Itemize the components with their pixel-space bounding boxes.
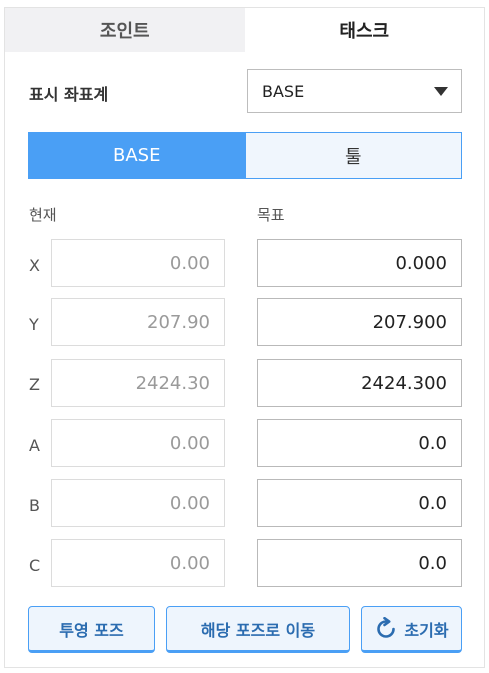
target-column-header: 목표 [257, 206, 285, 224]
tab-bar: 조인트 태스크 [5, 8, 484, 52]
current-value-y: 207.90 [51, 298, 225, 346]
reset-button[interactable]: 초기화 [361, 606, 462, 653]
frame-option-base[interactable]: BASE [29, 133, 245, 178]
refresh-icon [377, 616, 396, 638]
axis-label-c: C [29, 556, 41, 575]
axis-label-z: Z [29, 375, 40, 394]
frame-option-tool[interactable]: 툴 [244, 133, 461, 178]
current-column-header: 현재 [29, 206, 57, 224]
current-value-a: 0.00 [51, 419, 225, 467]
coordinate-system-select[interactable]: BASE [247, 69, 462, 113]
current-value-x: 0.00 [51, 239, 225, 287]
axis-label-y: Y [29, 315, 39, 334]
move-to-pose-button[interactable]: 해당 포즈로 이동 [166, 606, 350, 653]
target-input-x[interactable]: 0.000 [257, 239, 462, 287]
coordinate-system-value: BASE [262, 81, 305, 101]
coordinate-system-label: 표시 좌표계 [29, 85, 109, 104]
tab-task[interactable]: 태스크 [244, 8, 484, 52]
task-panel: 조인트 태스크 표시 좌표계 BASE BASE 툴 현재 목표 X 0.00 … [4, 7, 485, 668]
target-input-c[interactable]: 0.0 [257, 539, 462, 587]
current-value-z: 2424.30 [51, 359, 225, 407]
axis-label-b: B [29, 496, 40, 515]
axis-label-x: X [29, 256, 40, 275]
current-value-b: 0.00 [51, 479, 225, 527]
current-value-c: 0.00 [51, 539, 225, 587]
tab-joint[interactable]: 조인트 [5, 8, 245, 52]
target-input-a[interactable]: 0.0 [257, 419, 462, 467]
project-pose-button[interactable]: 투영 포즈 [28, 606, 155, 653]
target-input-z[interactable]: 2424.300 [257, 359, 462, 407]
target-input-y[interactable]: 207.900 [257, 298, 462, 346]
dropdown-caret-icon [434, 87, 448, 96]
axis-label-a: A [29, 436, 40, 455]
frame-toggle: BASE 툴 [28, 132, 462, 179]
reset-button-label: 초기화 [404, 620, 449, 640]
target-input-b[interactable]: 0.0 [257, 479, 462, 527]
